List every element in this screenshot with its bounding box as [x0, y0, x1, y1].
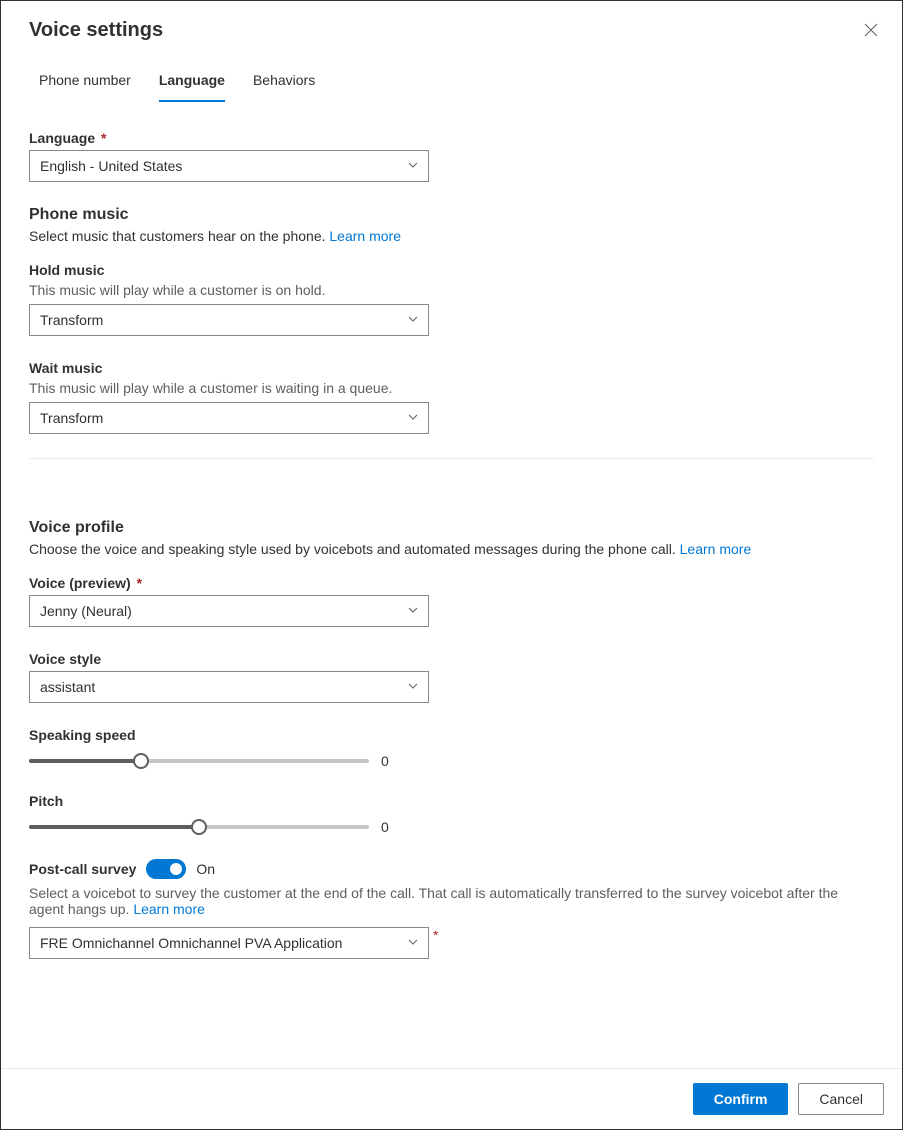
- voice-label: Voice (preview) *: [29, 575, 874, 591]
- pitch-group: Pitch 0: [29, 793, 874, 835]
- required-marker: *: [101, 130, 106, 146]
- hold-music-helper: This music will play while a customer is…: [29, 282, 874, 298]
- page-title: Voice settings: [29, 19, 163, 42]
- speaking-speed-slider[interactable]: [29, 753, 369, 769]
- voice-profile-section: Voice profile Choose the voice and speak…: [29, 519, 874, 835]
- language-label: Language *: [29, 130, 874, 146]
- required-marker: *: [433, 927, 438, 943]
- voice-select[interactable]: Jenny (Neural): [29, 595, 429, 627]
- wait-music-value: Transform: [40, 410, 103, 426]
- post-call-survey-toggle[interactable]: [146, 859, 186, 879]
- required-marker: *: [137, 575, 142, 591]
- slider-thumb[interactable]: [133, 753, 149, 769]
- phone-music-desc-text: Select music that customers hear on the …: [29, 228, 329, 244]
- language-select[interactable]: English - United States: [29, 150, 429, 182]
- language-select-value: English - United States: [40, 158, 182, 174]
- pitch-slider[interactable]: [29, 819, 369, 835]
- section-divider: [29, 458, 874, 459]
- phone-music-learn-more-link[interactable]: Learn more: [329, 228, 401, 244]
- tab-behaviors[interactable]: Behaviors: [253, 72, 315, 102]
- speaking-speed-label: Speaking speed: [29, 727, 874, 743]
- survey-bot-select[interactable]: FRE Omnichannel Omnichannel PVA Applicat…: [29, 927, 429, 959]
- slider-fill: [29, 825, 199, 829]
- footer: Confirm Cancel: [1, 1068, 902, 1129]
- voice-style-group: Voice style assistant: [29, 651, 874, 703]
- post-call-survey-state: On: [196, 861, 215, 877]
- voice-profile-learn-more-link[interactable]: Learn more: [680, 541, 752, 557]
- pitch-label: Pitch: [29, 793, 874, 809]
- voice-label-text: Voice (preview): [29, 575, 131, 591]
- hold-music-label: Hold music: [29, 262, 874, 278]
- survey-learn-more-link[interactable]: Learn more: [133, 901, 205, 917]
- voice-style-value: assistant: [40, 679, 95, 695]
- pitch-value: 0: [381, 819, 401, 835]
- voice-group: Voice (preview) * Jenny (Neural): [29, 575, 874, 627]
- close-button[interactable]: [860, 19, 882, 44]
- phone-music-section: Phone music Select music that customers …: [29, 206, 874, 434]
- hold-music-select[interactable]: Transform: [29, 304, 429, 336]
- phone-music-description: Select music that customers hear on the …: [29, 228, 874, 244]
- language-field-group: Language * English - United States: [29, 130, 874, 182]
- wait-music-group: Wait music This music will play while a …: [29, 360, 874, 434]
- tab-phone-number[interactable]: Phone number: [39, 72, 131, 102]
- voice-style-select[interactable]: assistant: [29, 671, 429, 703]
- wait-music-label: Wait music: [29, 360, 874, 376]
- voice-select-value: Jenny (Neural): [40, 603, 132, 619]
- post-call-survey-description: Select a voicebot to survey the customer…: [29, 885, 874, 917]
- language-label-text: Language: [29, 130, 95, 146]
- slider-thumb[interactable]: [191, 819, 207, 835]
- wait-music-select[interactable]: Transform: [29, 402, 429, 434]
- hold-music-group: Hold music This music will play while a …: [29, 262, 874, 336]
- wait-music-helper: This music will play while a customer is…: [29, 380, 874, 396]
- speaking-speed-group: Speaking speed 0: [29, 727, 874, 769]
- cancel-button[interactable]: Cancel: [798, 1083, 884, 1115]
- phone-music-heading: Phone music: [29, 206, 874, 224]
- voice-profile-desc-text: Choose the voice and speaking style used…: [29, 541, 680, 557]
- tabs: Phone number Language Behaviors: [1, 44, 902, 102]
- toggle-thumb: [170, 863, 182, 875]
- survey-bot-value: FRE Omnichannel Omnichannel PVA Applicat…: [40, 935, 342, 951]
- close-icon: [864, 24, 878, 40]
- confirm-button[interactable]: Confirm: [693, 1083, 789, 1115]
- voice-style-label: Voice style: [29, 651, 874, 667]
- post-call-survey-section: Post-call survey On Select a voicebot to…: [29, 859, 874, 959]
- tab-language[interactable]: Language: [159, 72, 225, 102]
- voice-profile-heading: Voice profile: [29, 519, 874, 537]
- voice-profile-description: Choose the voice and speaking style used…: [29, 541, 874, 557]
- hold-music-value: Transform: [40, 312, 103, 328]
- slider-fill: [29, 759, 141, 763]
- post-call-survey-label: Post-call survey: [29, 861, 136, 877]
- speaking-speed-value: 0: [381, 753, 401, 769]
